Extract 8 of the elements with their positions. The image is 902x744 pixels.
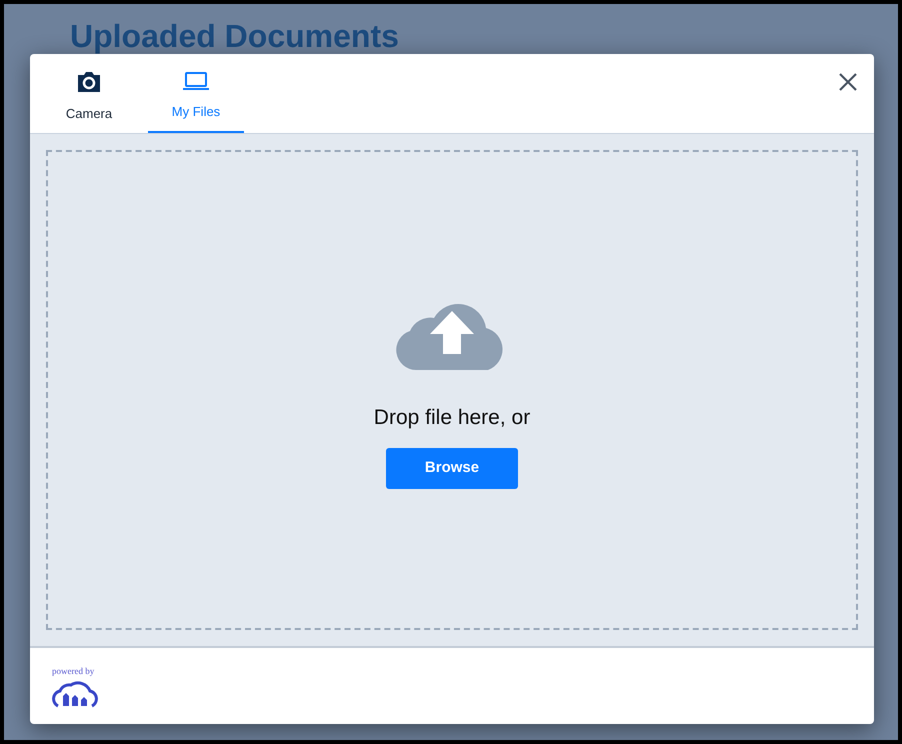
tab[interactable]: Camera [30,54,148,133]
browse-button[interactable]: Browse [386,448,518,489]
drop-zone[interactable]: Drop file here, or Browse [46,150,858,630]
powered-by-label: powered by [52,666,94,676]
drop-prompt: Drop file here, or [374,405,530,431]
page-title: Uploaded Documents [70,17,399,56]
laptop-icon [182,70,210,92]
camera-icon [76,70,102,94]
